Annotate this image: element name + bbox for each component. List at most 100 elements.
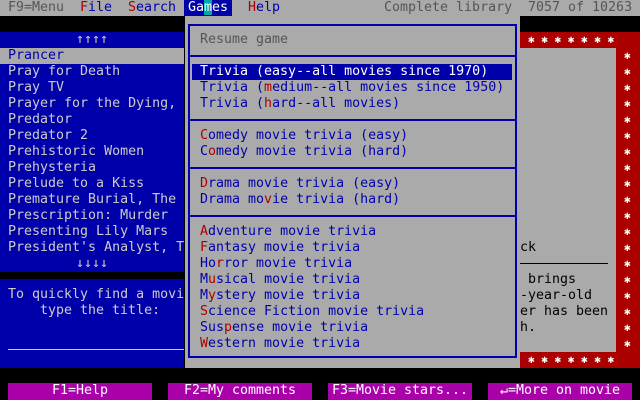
label: omedy movie trivia (easy) bbox=[208, 128, 409, 143]
label: C bbox=[200, 144, 209, 159]
menu-item-game[interactable]: Trivia (hard--all movies) bbox=[192, 96, 512, 112]
list-item[interactable]: Prancer bbox=[0, 48, 184, 64]
f3-movie-stars-button[interactable]: F3=Movie stars... bbox=[328, 383, 472, 400]
label: Sus bbox=[200, 320, 225, 335]
label: Drama mo bbox=[200, 192, 265, 207]
detail-text: ck brings -year-old er has been h. bbox=[520, 48, 616, 352]
f1-help-button[interactable]: F1=Help bbox=[8, 383, 152, 400]
menu-item-game[interactable]: Drama movie trivia (hard) bbox=[192, 192, 512, 208]
menu-search[interactable]: Search bbox=[128, 0, 176, 16]
hotkey: S bbox=[200, 304, 209, 319]
label: Ga bbox=[188, 0, 205, 15]
menu-item-game[interactable]: Fantasy movie trivia bbox=[192, 240, 512, 256]
label: earch bbox=[136, 0, 177, 15]
list-item[interactable]: Presenting Lily Mars bbox=[0, 224, 184, 240]
separator bbox=[188, 167, 517, 169]
list-item[interactable]: President's Analyst, T bbox=[0, 240, 184, 256]
menu-help[interactable]: Help bbox=[248, 0, 280, 16]
menu-bar: F9=Menu File Search Games Help Complete … bbox=[0, 0, 640, 16]
star-border-right: ✱ ✱ ✱ ✱ ✱ ✱ ✱ ✱ ✱ ✱ ✱ ✱ ✱ ✱ ✱ ✱ ✱ ✱ ✱ bbox=[624, 49, 631, 350]
label: cience Fiction movie trivia bbox=[208, 304, 425, 319]
hotkey: m bbox=[264, 80, 273, 95]
label: ror movie trivia bbox=[224, 256, 353, 271]
hotkey: y bbox=[208, 288, 217, 303]
hotkey: W bbox=[200, 336, 209, 351]
label: Ho bbox=[200, 256, 217, 271]
separator bbox=[188, 119, 517, 121]
games-dropdown: Resume game Trivia (easy--all movies sin… bbox=[185, 16, 520, 368]
movie-list[interactable]: ↑↑↑↑ Prancer Pray for Death Pray TV Pray… bbox=[0, 32, 184, 272]
list-item[interactable]: Pray for Death bbox=[0, 64, 184, 80]
divider bbox=[520, 263, 608, 264]
search-input[interactable] bbox=[8, 349, 184, 350]
hotkey: p bbox=[224, 320, 233, 335]
quick-search-panel: To quickly find a movi type the title: bbox=[0, 279, 184, 368]
menu-file[interactable]: File bbox=[80, 0, 112, 16]
label: sical movie trivia bbox=[216, 272, 361, 287]
label: ile bbox=[88, 0, 113, 15]
menu-item-game[interactable]: Comedy movie trivia (easy) bbox=[192, 128, 512, 144]
enter-more-on-movie-button[interactable]: ↵=More on movie bbox=[488, 383, 632, 400]
label: dventure movie trivia bbox=[208, 224, 377, 239]
label: M bbox=[200, 288, 209, 303]
menu-item-resume-game[interactable]: Resume game bbox=[192, 32, 512, 48]
hotkey: u bbox=[208, 272, 217, 287]
label: edium--all movies since 1950) bbox=[272, 80, 505, 95]
record-count: 7057 of 10263 bbox=[528, 0, 633, 15]
menu-item-game[interactable]: Horror movie trivia bbox=[192, 256, 512, 272]
menu-item-game[interactable]: Drama movie trivia (easy) bbox=[192, 176, 512, 192]
label: ense movie trivia bbox=[232, 320, 369, 335]
list-item[interactable]: Prehistoric Women bbox=[0, 144, 184, 160]
star-border-top: ✱ ✱ ✱ ✱ ✱ ✱ ✱ bbox=[528, 33, 615, 46]
list-item[interactable]: Prelude to a Kiss bbox=[0, 176, 184, 192]
scroll-down-arrows[interactable]: ↓↓↓↓ bbox=[0, 256, 184, 272]
menu-item-game[interactable]: Comedy movie trivia (hard) bbox=[192, 144, 512, 160]
list-item[interactable]: Pray TV bbox=[0, 80, 184, 96]
hotkey: v bbox=[264, 192, 273, 207]
separator bbox=[188, 55, 517, 57]
hotkey: o bbox=[208, 144, 217, 159]
scroll-up-arrows[interactable]: ↑↑↑↑ bbox=[0, 32, 184, 48]
list-item[interactable]: Predator 2 bbox=[0, 128, 184, 144]
menu-item-game[interactable]: Suspense movie trivia bbox=[192, 320, 512, 336]
f2-comments-button[interactable]: F2=My comments bbox=[168, 383, 312, 400]
label: Trivia (easy--all movies since 1970) bbox=[200, 64, 489, 79]
hotkey: D bbox=[200, 176, 209, 191]
detail-line: brings bbox=[528, 272, 577, 287]
label: estern movie trivia bbox=[208, 336, 361, 351]
detail-line: ck bbox=[520, 240, 537, 255]
label: M bbox=[200, 272, 209, 287]
menu-games[interactable]: Games bbox=[184, 0, 233, 16]
star-border-bottom: ✱ ✱ ✱ ✱ ✱ ✱ ✱ bbox=[528, 353, 615, 366]
menu-item-game[interactable]: Adventure movie trivia bbox=[192, 224, 512, 240]
list-item[interactable]: Prehysteria bbox=[0, 160, 184, 176]
list-item[interactable]: Predator bbox=[0, 112, 184, 128]
menu-item-game[interactable]: Mystery movie trivia bbox=[192, 288, 512, 304]
menu-item-game[interactable]: Science Fiction movie trivia bbox=[192, 304, 512, 320]
hotkey: F bbox=[80, 0, 89, 15]
hotkey: r bbox=[216, 256, 225, 271]
list-item[interactable]: Prayer for the Dying, bbox=[0, 96, 184, 112]
hotkey: A bbox=[200, 224, 209, 239]
menu-item-game[interactable]: Musical movie trivia bbox=[192, 272, 512, 288]
menu-item-game[interactable]: Trivia (medium--all movies since 1950) bbox=[192, 80, 512, 96]
detail-line: er has been bbox=[520, 304, 609, 319]
hotkey: F bbox=[200, 240, 209, 255]
menu-key-hint[interactable]: F9=Menu bbox=[8, 0, 64, 16]
search-hint-line1: To quickly find a movi bbox=[8, 287, 184, 302]
hotkey: S bbox=[128, 0, 137, 15]
label: antasy movie trivia bbox=[208, 240, 361, 255]
label: ard--all movies) bbox=[272, 96, 401, 111]
menu-item-game[interactable]: Western movie trivia bbox=[192, 336, 512, 352]
separator bbox=[188, 215, 517, 217]
label: stery movie trivia bbox=[216, 288, 361, 303]
label: medy movie trivia (hard) bbox=[216, 144, 409, 159]
menu-item-game[interactable]: Trivia (easy--all movies since 1970) bbox=[192, 64, 512, 80]
label: elp bbox=[256, 0, 281, 15]
hotkey: C bbox=[200, 128, 209, 143]
list-item[interactable]: Prescription: Murder bbox=[0, 208, 184, 224]
cursor: m bbox=[204, 0, 213, 15]
list-item[interactable]: Premature Burial, The bbox=[0, 192, 184, 208]
label: Trivia ( bbox=[200, 80, 265, 95]
label: rama movie trivia (easy) bbox=[208, 176, 401, 191]
